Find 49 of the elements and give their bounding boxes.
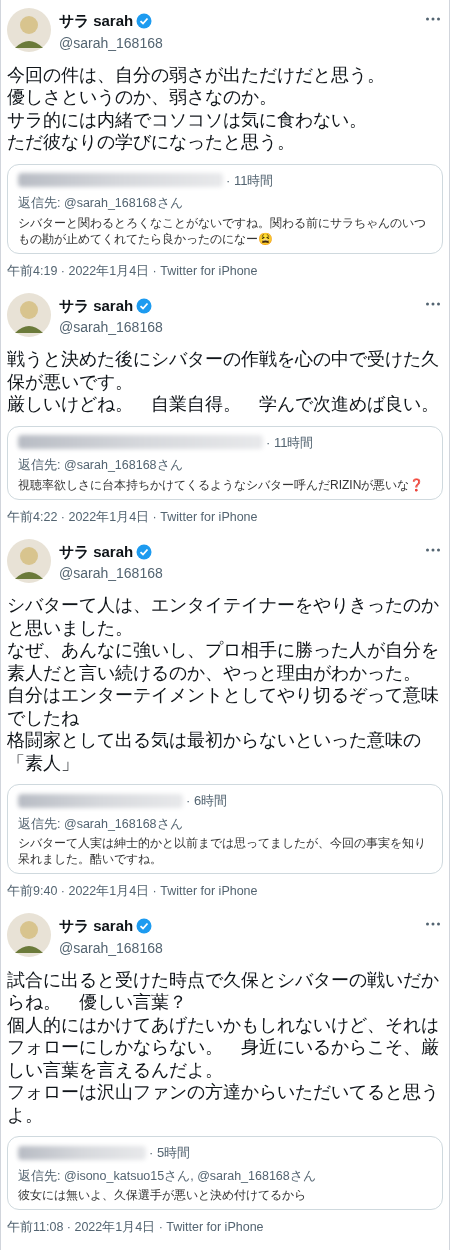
reply-text: シバターと関わるとろくなことがないですね。関わる前にサラちゃんのいつもの勘が止めてくれてたら良かったのになー😫 bbox=[18, 214, 427, 247]
display-name[interactable]: サラ sarah bbox=[59, 10, 134, 33]
reply-time: · 5時間 bbox=[149, 1144, 191, 1162]
tweet-text: なぜ、あんなに強いし、プロ相手に勝った人が自分を素人だと言い続けるのか、やっと理由がわかった。 bbox=[7, 639, 440, 684]
tweet-text: 厳しいけどね。 自業自得。 学んで次進めば良い。 bbox=[7, 393, 440, 416]
user-handle[interactable]: @sarah_168168 bbox=[59, 937, 417, 959]
reply-card[interactable]: · 5時間 返信先: @isono_katsuo15さん, @sarah_168168さん 彼女には無いよ、久保選手が悪いと決め付けてるから bbox=[7, 1136, 443, 1211]
more-icon[interactable] bbox=[425, 300, 441, 307]
tweet-text: 個人的にはかけてあげたいかもしれないけど、それはフォローにしかならない。 身近にいるからこそ、厳しい言葉を言えるんだよ。 bbox=[7, 1013, 440, 1081]
more-icon[interactable] bbox=[425, 546, 441, 553]
tweet-text: 優しさというのか、弱さなのか。 bbox=[7, 86, 278, 109]
tweet-text: 戦うと決めた後にシバターの作戦を心の中で受けた久保が悪いです。 bbox=[7, 348, 440, 393]
avatar[interactable] bbox=[7, 538, 51, 583]
avatar[interactable] bbox=[7, 913, 51, 957]
reply-to-text: 返信先: @sarah_168168さん bbox=[18, 457, 184, 474]
user-handle[interactable]: @sarah_168168 bbox=[59, 317, 417, 338]
more-icon[interactable] bbox=[425, 921, 441, 927]
tweet-text: サラ的には内緒でコソコソは気に食わない。 bbox=[7, 108, 368, 131]
reply-time: · 11時間 bbox=[266, 433, 314, 452]
reply-time: · 6時間 bbox=[186, 792, 228, 810]
tweet-text: 格闘家として出る気は最初からないといった意味の「素人」 bbox=[7, 729, 422, 774]
reply-text: 彼女には無いよ、久保選手が悪いと決め付けてるから bbox=[18, 1187, 307, 1204]
tweet-text: 今回の件は、自分の弱さが出ただけだと思う。 bbox=[7, 63, 386, 86]
reply-to-text: 返信先: @sarah_168168さん bbox=[18, 815, 184, 833]
avatar[interactable] bbox=[7, 292, 51, 337]
user-handle[interactable]: @sarah_168168 bbox=[59, 32, 417, 54]
tweet-text: シバターて人は、エンタイテイナーをやりきったのかと思いました。 bbox=[7, 594, 440, 639]
user-handle[interactable]: @sarah_168168 bbox=[59, 563, 417, 584]
display-name[interactable]: サラ sarah bbox=[59, 294, 134, 317]
tweet-text: フォローは沢山ファンの方達からいただいてると思うよ。 bbox=[7, 1081, 440, 1126]
tweet-timestamp[interactable]: 午前9:40 · 2022年1月4日 · Twitter for iPhone bbox=[7, 882, 443, 901]
tweet-text: 試合に出ると受けた時点で久保とシバターの戦いだからね。 優しい言葉？ bbox=[7, 968, 440, 1014]
reply-to-text: 返信先: @sarah_168168さん bbox=[18, 195, 184, 212]
tweet-timestamp[interactable]: 午前11:08 · 2022年1月4日 · Twitter for iPhone bbox=[7, 1218, 443, 1237]
reply-to-text: 返信先: @isono_katsuo15さん, @sarah_168168さん bbox=[18, 1167, 317, 1185]
tweet-text: 自分はエンターテイメントとしてやり切るぞって意味でしたね bbox=[7, 684, 440, 729]
reply-card[interactable]: · 6時間 返信先: @sarah_168168さん シバターて人実は紳士的かと以前までは思ってましたが、今回の事実を知り呆れました。酷いですね。 bbox=[7, 784, 443, 875]
reply-card[interactable]: · 11時間 返信先: @sarah_168168さん 視聴率欲しさに台本持ちかけてくるようなシバター呼んだRIZINが悪いな❓ bbox=[7, 425, 443, 500]
reply-text: 視聴率欲しさに台本持ちかけてくるようなシバター呼んだRIZINが悪いな❓ bbox=[18, 476, 426, 493]
tweet-timestamp[interactable]: 午前4:19 · 2022年1月4日 · Twitter for iPhone bbox=[7, 261, 443, 281]
tweet-text: ただ彼なりの学びになったと思う。 bbox=[7, 131, 296, 154]
display-name[interactable]: サラ sarah bbox=[59, 915, 134, 938]
reply-time: · 11時間 bbox=[226, 171, 274, 190]
reply-card[interactable]: · 11時間 返信先: @sarah_168168さん シバターと関わるとろくなことがないですね。関わる前にサラちゃんのいつもの勘が止めてくれてたら良かったのになー😫 bbox=[7, 163, 443, 254]
tweet-timestamp[interactable]: 午前4:22 · 2022年1月4日 · Twitter for iPhone bbox=[7, 507, 443, 527]
avatar[interactable] bbox=[7, 8, 51, 52]
reply-text: シバターて人実は紳士的かと以前までは思ってましたが、今回の事実を知り呆れました。酷いですね。 bbox=[18, 835, 427, 868]
more-icon[interactable] bbox=[425, 16, 441, 22]
display-name[interactable]: サラ sarah bbox=[59, 540, 134, 563]
